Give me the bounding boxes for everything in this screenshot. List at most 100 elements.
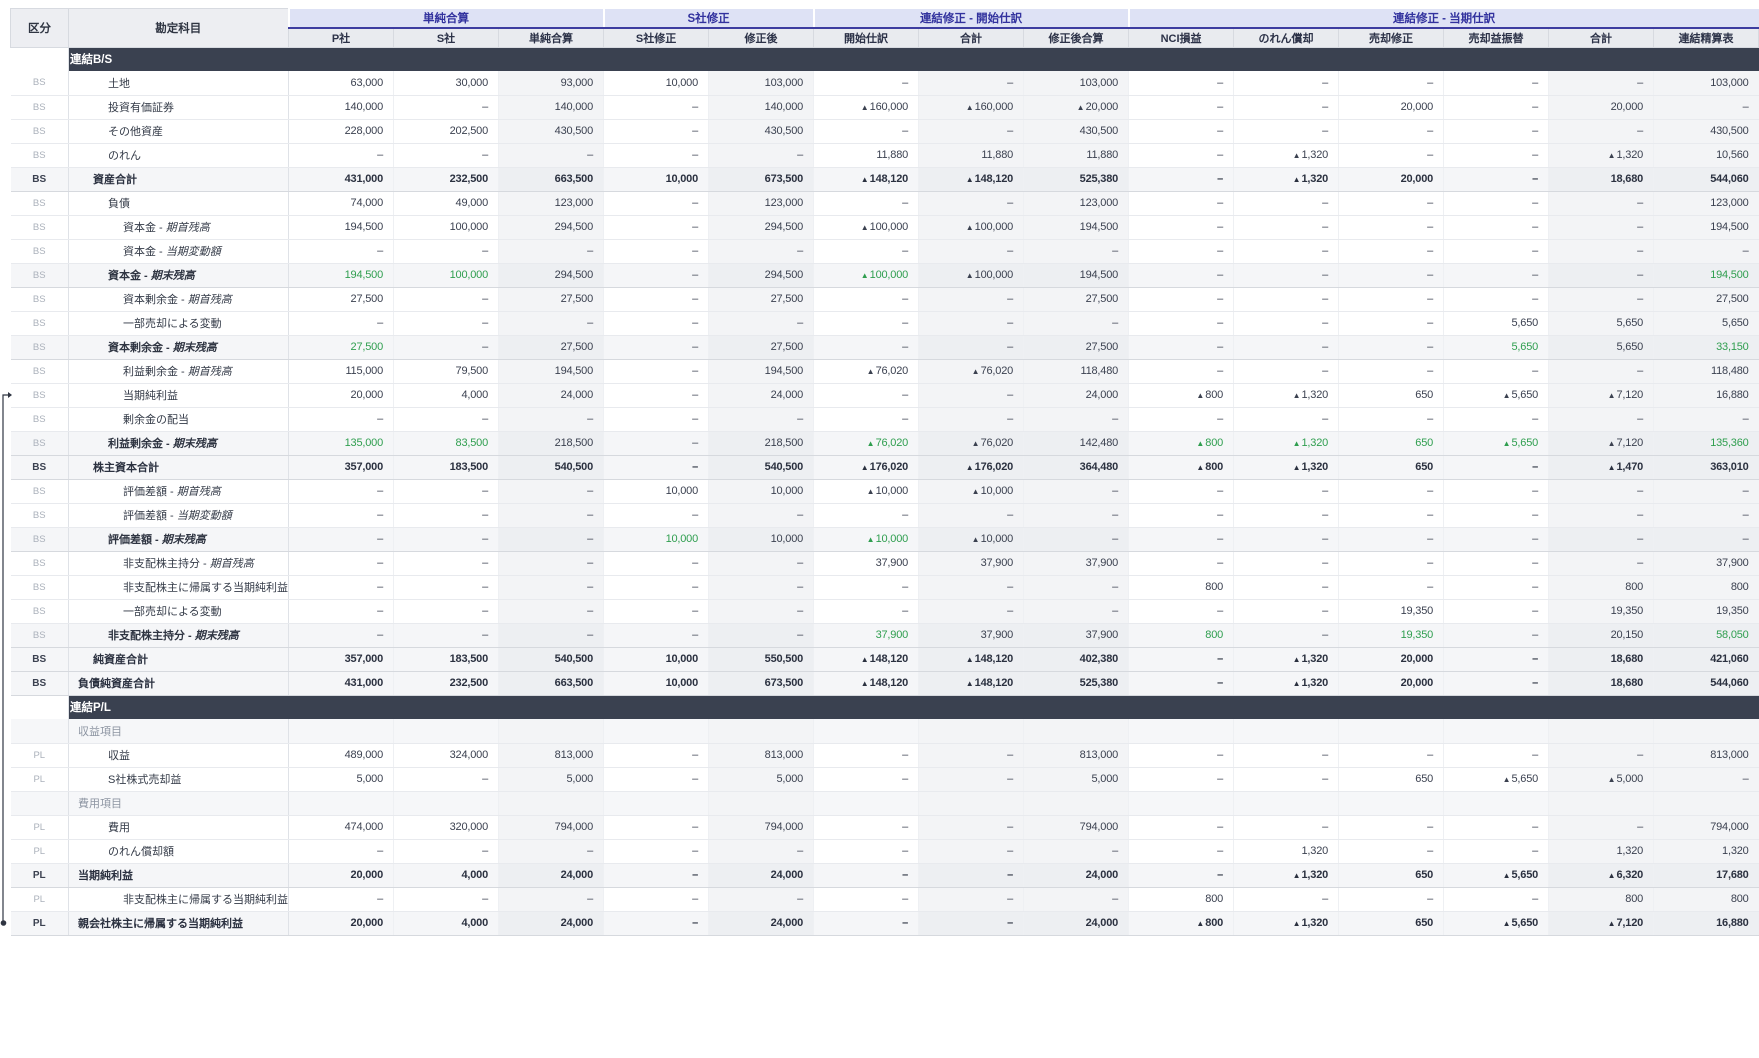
cell-p-company[interactable]: – [289, 551, 394, 575]
cell-opening-entry[interactable]: ▲176,020 [814, 455, 919, 479]
cell-nci-pl[interactable]: – [1129, 71, 1234, 95]
cell-goodwill-amort[interactable]: ▲1,320 [1234, 383, 1339, 407]
cell-simple-total[interactable]: 294,500 [499, 215, 604, 239]
cell-opening-total[interactable]: ▲100,000 [919, 215, 1024, 239]
cell-post-adjust-total[interactable]: 37,900 [1024, 551, 1129, 575]
cell-current-total[interactable]: 18,680 [1549, 167, 1654, 191]
cell-consolidation-ws[interactable]: – [1654, 767, 1759, 791]
cell-simple-total[interactable]: – [499, 143, 604, 167]
cell-post-adjust-total[interactable]: 103,000 [1024, 71, 1129, 95]
cell-p-company[interactable]: 74,000 [289, 191, 394, 215]
cell-nci-pl[interactable]: – [1129, 191, 1234, 215]
cell-post-adjust[interactable]: 673,500 [709, 671, 814, 695]
cell-goodwill-amort[interactable] [1234, 791, 1339, 815]
cell-simple-total[interactable]: 24,000 [499, 383, 604, 407]
account-label[interactable]: 投資有価証券 [69, 95, 289, 119]
cell-simple-total[interactable]: – [499, 887, 604, 911]
cell-post-adjust[interactable] [709, 719, 814, 743]
cell-goodwill-amort[interactable]: ▲1,320 [1234, 431, 1339, 455]
cell-gain-transfer[interactable]: – [1444, 71, 1549, 95]
cell-post-adjust-total[interactable]: 142,480 [1024, 431, 1129, 455]
cell-nci-pl[interactable]: – [1129, 287, 1234, 311]
cell-nci-pl[interactable]: – [1129, 551, 1234, 575]
cell-post-adjust-total[interactable]: 24,000 [1024, 383, 1129, 407]
cell-consolidation-ws[interactable]: 27,500 [1654, 287, 1759, 311]
account-label[interactable]: 費用項目 [69, 791, 289, 815]
cell-gain-transfer[interactable]: – [1444, 815, 1549, 839]
cell-p-company[interactable]: – [289, 527, 394, 551]
cell-opening-entry[interactable]: ▲76,020 [814, 431, 919, 455]
cell-simple-total[interactable]: 294,500 [499, 263, 604, 287]
cell-post-adjust[interactable]: – [709, 311, 814, 335]
cell-nci-pl[interactable]: – [1129, 599, 1234, 623]
cell-post-adjust[interactable]: 218,500 [709, 431, 814, 455]
cell-current-total[interactable]: ▲5,000 [1549, 767, 1654, 791]
cell-nci-pl[interactable]: – [1129, 839, 1234, 863]
cell-s-adjust[interactable] [604, 719, 709, 743]
cell-consolidation-ws[interactable]: 5,650 [1654, 311, 1759, 335]
cell-post-adjust-total[interactable]: – [1024, 575, 1129, 599]
cell-p-company[interactable]: 135,000 [289, 431, 394, 455]
cell-sale-adjust[interactable]: – [1339, 527, 1444, 551]
cell-goodwill-amort[interactable]: ▲1,320 [1234, 647, 1339, 671]
cell-s-company[interactable]: – [394, 551, 499, 575]
cell-sale-adjust[interactable]: – [1339, 143, 1444, 167]
cell-post-adjust-total[interactable]: 525,380 [1024, 671, 1129, 695]
account-label[interactable]: 非支配株主持分 - 期首残高 [69, 551, 289, 575]
account-label[interactable]: 一部売却による変動 [69, 311, 289, 335]
cell-s-company[interactable]: – [394, 887, 499, 911]
cell-nci-pl[interactable]: – [1129, 239, 1234, 263]
cell-post-adjust[interactable]: 430,500 [709, 119, 814, 143]
cell-s-adjust[interactable]: – [604, 191, 709, 215]
cell-s-adjust[interactable]: 10,000 [604, 71, 709, 95]
cell-goodwill-amort[interactable]: – [1234, 551, 1339, 575]
cell-opening-entry[interactable]: ▲10,000 [814, 479, 919, 503]
cell-simple-total[interactable]: – [499, 479, 604, 503]
cell-s-company[interactable]: 232,500 [394, 167, 499, 191]
cell-p-company[interactable]: – [289, 839, 394, 863]
account-label[interactable]: 当期純利益 [69, 383, 289, 407]
cell-post-adjust[interactable]: – [709, 239, 814, 263]
cell-post-adjust[interactable]: – [709, 575, 814, 599]
cell-consolidation-ws[interactable]: 813,000 [1654, 743, 1759, 767]
cell-goodwill-amort[interactable]: ▲1,320 [1234, 455, 1339, 479]
cell-post-adjust[interactable]: – [709, 143, 814, 167]
cell-simple-total[interactable]: 140,000 [499, 95, 604, 119]
cell-post-adjust[interactable]: 794,000 [709, 815, 814, 839]
account-label[interactable]: 資本剰余金 - 期首残高 [69, 287, 289, 311]
cell-simple-total[interactable]: 430,500 [499, 119, 604, 143]
cell-sale-adjust[interactable]: 650 [1339, 767, 1444, 791]
cell-opening-entry[interactable]: – [814, 191, 919, 215]
cell-post-adjust[interactable]: 5,000 [709, 767, 814, 791]
cell-nci-pl[interactable]: – [1129, 527, 1234, 551]
cell-opening-total[interactable]: – [919, 191, 1024, 215]
cell-gain-transfer[interactable]: – [1444, 527, 1549, 551]
cell-s-adjust[interactable]: 10,000 [604, 527, 709, 551]
cell-nci-pl[interactable]: 800 [1129, 623, 1234, 647]
account-label[interactable]: 費用 [69, 815, 289, 839]
cell-opening-entry[interactable]: – [814, 767, 919, 791]
cell-p-company[interactable]: – [289, 479, 394, 503]
account-label[interactable]: 収益項目 [69, 719, 289, 743]
cell-sale-adjust[interactable]: – [1339, 239, 1444, 263]
cell-s-company[interactable]: 232,500 [394, 671, 499, 695]
cell-opening-entry[interactable]: 11,880 [814, 143, 919, 167]
cell-post-adjust-total[interactable]: 402,380 [1024, 647, 1129, 671]
cell-simple-total[interactable] [499, 719, 604, 743]
cell-opening-entry[interactable]: ▲148,120 [814, 671, 919, 695]
cell-current-total[interactable]: – [1549, 551, 1654, 575]
cell-post-adjust-total[interactable]: – [1024, 839, 1129, 863]
cell-s-company[interactable]: – [394, 527, 499, 551]
cell-post-adjust[interactable]: 550,500 [709, 647, 814, 671]
cell-s-company[interactable]: – [394, 623, 499, 647]
cell-simple-total[interactable]: – [499, 239, 604, 263]
cell-simple-total[interactable] [499, 791, 604, 815]
cell-s-company[interactable] [394, 791, 499, 815]
cell-goodwill-amort[interactable]: 1,320 [1234, 839, 1339, 863]
cell-sale-adjust[interactable]: 650 [1339, 863, 1444, 887]
cell-p-company[interactable]: 63,000 [289, 71, 394, 95]
cell-simple-total[interactable]: 794,000 [499, 815, 604, 839]
cell-simple-total[interactable]: 663,500 [499, 167, 604, 191]
cell-goodwill-amort[interactable]: – [1234, 887, 1339, 911]
cell-post-adjust[interactable]: 123,000 [709, 191, 814, 215]
